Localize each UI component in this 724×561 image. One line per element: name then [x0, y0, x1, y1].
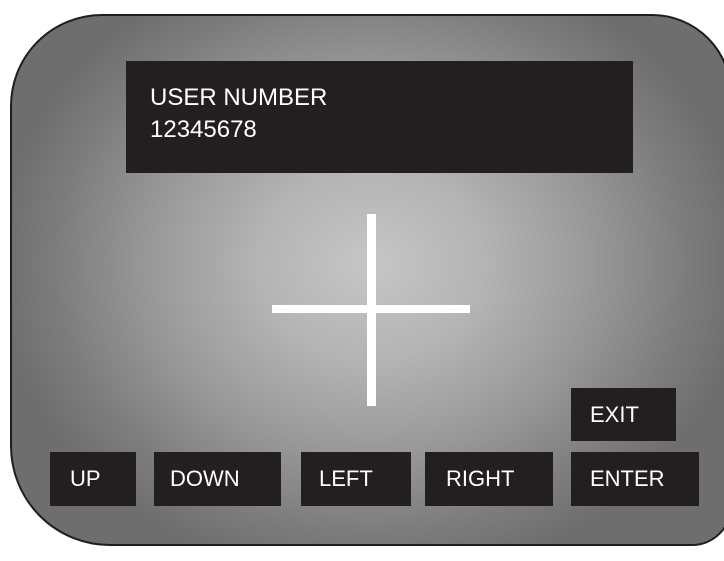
- user-number-value: 12345678: [150, 116, 257, 143]
- display-label: USER NUMBER: [150, 84, 328, 111]
- up-button[interactable]: UP: [50, 452, 136, 506]
- left-button-label: LEFT: [319, 466, 373, 491]
- user-number-display: USER NUMBER 12345678: [126, 61, 633, 173]
- left-button[interactable]: LEFT: [301, 452, 411, 506]
- enter-button-label: ENTER: [590, 466, 665, 491]
- enter-button[interactable]: ENTER: [571, 452, 699, 506]
- right-button[interactable]: RIGHT: [425, 452, 553, 506]
- device-panel: USER NUMBER 12345678 EXIT UP DOWN LEFT R…: [10, 14, 724, 546]
- exit-button[interactable]: EXIT: [571, 388, 676, 441]
- right-button-label: RIGHT: [446, 466, 515, 491]
- down-button-label: DOWN: [170, 466, 240, 491]
- exit-button-label: EXIT: [590, 401, 639, 427]
- down-button[interactable]: DOWN: [154, 452, 281, 506]
- crosshair-vertical-bar: [367, 214, 376, 406]
- up-button-label: UP: [70, 466, 101, 491]
